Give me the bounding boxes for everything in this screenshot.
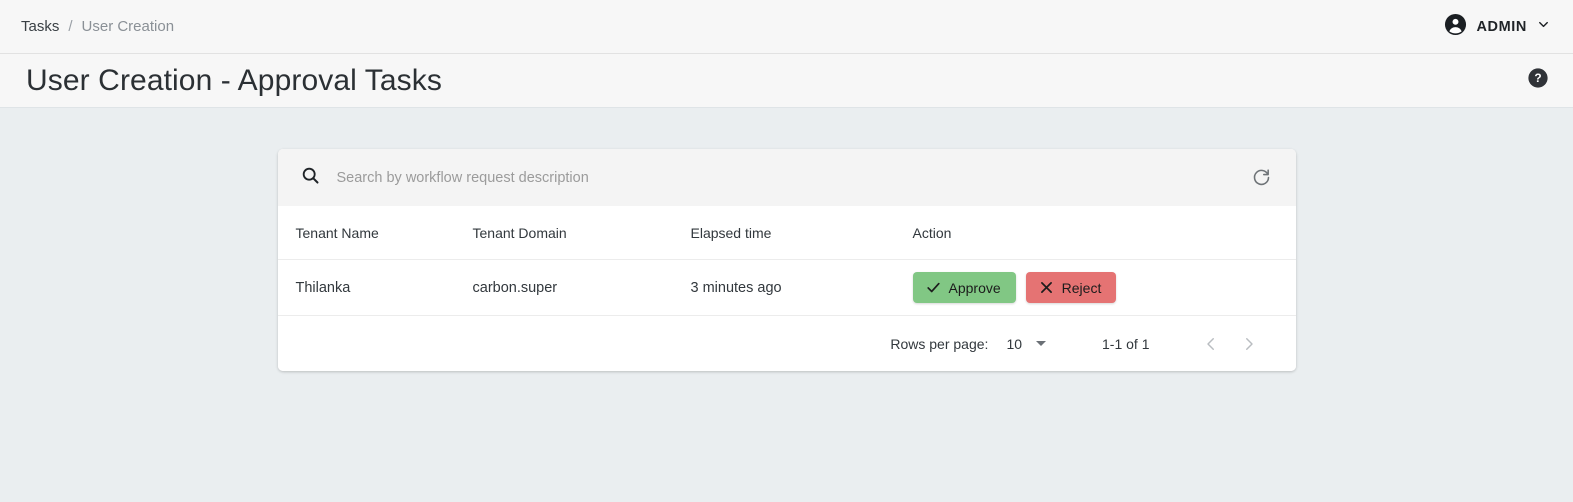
search-icon xyxy=(300,165,321,191)
search-input[interactable] xyxy=(337,170,1231,186)
breadcrumb: Tasks / User Creation xyxy=(21,18,174,35)
approve-button[interactable]: Approve xyxy=(913,272,1016,303)
column-header-action: Action xyxy=(913,206,1296,260)
dropdown-arrow-icon xyxy=(1036,341,1046,346)
breadcrumb-item-tasks[interactable]: Tasks xyxy=(21,18,59,35)
account-label: ADMIN xyxy=(1476,19,1527,35)
cell-tenant-name: Thilanka xyxy=(278,260,473,316)
reject-button-label: Reject xyxy=(1062,280,1102,296)
action-button-group: Approve Reject xyxy=(913,272,1296,303)
chevron-right-icon xyxy=(1240,341,1258,356)
help-circle-icon[interactable]: ? xyxy=(1527,67,1549,94)
check-icon xyxy=(925,279,942,296)
approval-tasks-table: Tenant Name Tenant Domain Elapsed time A… xyxy=(278,206,1296,315)
previous-page-button[interactable] xyxy=(1192,329,1230,359)
breadcrumb-item-user-creation: User Creation xyxy=(82,18,175,35)
page-title: User Creation - Approval Tasks xyxy=(26,64,442,98)
svg-text:?: ? xyxy=(1534,71,1541,85)
refresh-icon xyxy=(1251,176,1272,191)
table-header-row: Tenant Name Tenant Domain Elapsed time A… xyxy=(278,206,1296,260)
content-area: Tenant Name Tenant Domain Elapsed time A… xyxy=(0,108,1573,502)
account-menu[interactable]: ADMIN xyxy=(1444,13,1551,41)
column-header-elapsed-time: Elapsed time xyxy=(691,206,913,260)
title-bar: User Creation - Approval Tasks ? xyxy=(0,54,1573,108)
table-header: Tenant Name Tenant Domain Elapsed time A… xyxy=(278,206,1296,260)
account-circle-icon xyxy=(1444,13,1467,41)
pagination-range-label: 1-1 of 1 xyxy=(1102,336,1149,352)
reject-button[interactable]: Reject xyxy=(1026,272,1117,303)
close-icon xyxy=(1038,279,1055,296)
table-body: Thilanka carbon.super 3 minutes ago xyxy=(278,260,1296,316)
refresh-button[interactable] xyxy=(1247,163,1276,192)
approval-tasks-card: Tenant Name Tenant Domain Elapsed time A… xyxy=(278,149,1296,371)
column-header-tenant-name: Tenant Name xyxy=(278,206,473,260)
breadcrumb-separator: / xyxy=(68,18,72,35)
search-bar xyxy=(278,149,1296,206)
top-bar: Tasks / User Creation ADMIN xyxy=(0,0,1573,54)
approve-button-label: Approve xyxy=(949,280,1001,296)
cell-actions: Approve Reject xyxy=(913,260,1296,316)
chevron-left-icon xyxy=(1202,341,1220,356)
column-header-tenant-domain: Tenant Domain xyxy=(473,206,691,260)
table-row: Thilanka carbon.super 3 minutes ago xyxy=(278,260,1296,316)
cell-elapsed-time: 3 minutes ago xyxy=(691,260,913,316)
chevron-down-icon xyxy=(1536,17,1551,37)
next-page-button[interactable] xyxy=(1230,329,1268,359)
rows-per-page-select[interactable]: 10 xyxy=(1006,336,1046,352)
cell-tenant-domain: carbon.super xyxy=(473,260,691,316)
pagination-bar: Rows per page: 10 1-1 of 1 xyxy=(278,315,1296,371)
rows-per-page-value: 10 xyxy=(1006,336,1022,352)
rows-per-page-label: Rows per page: xyxy=(890,336,988,352)
